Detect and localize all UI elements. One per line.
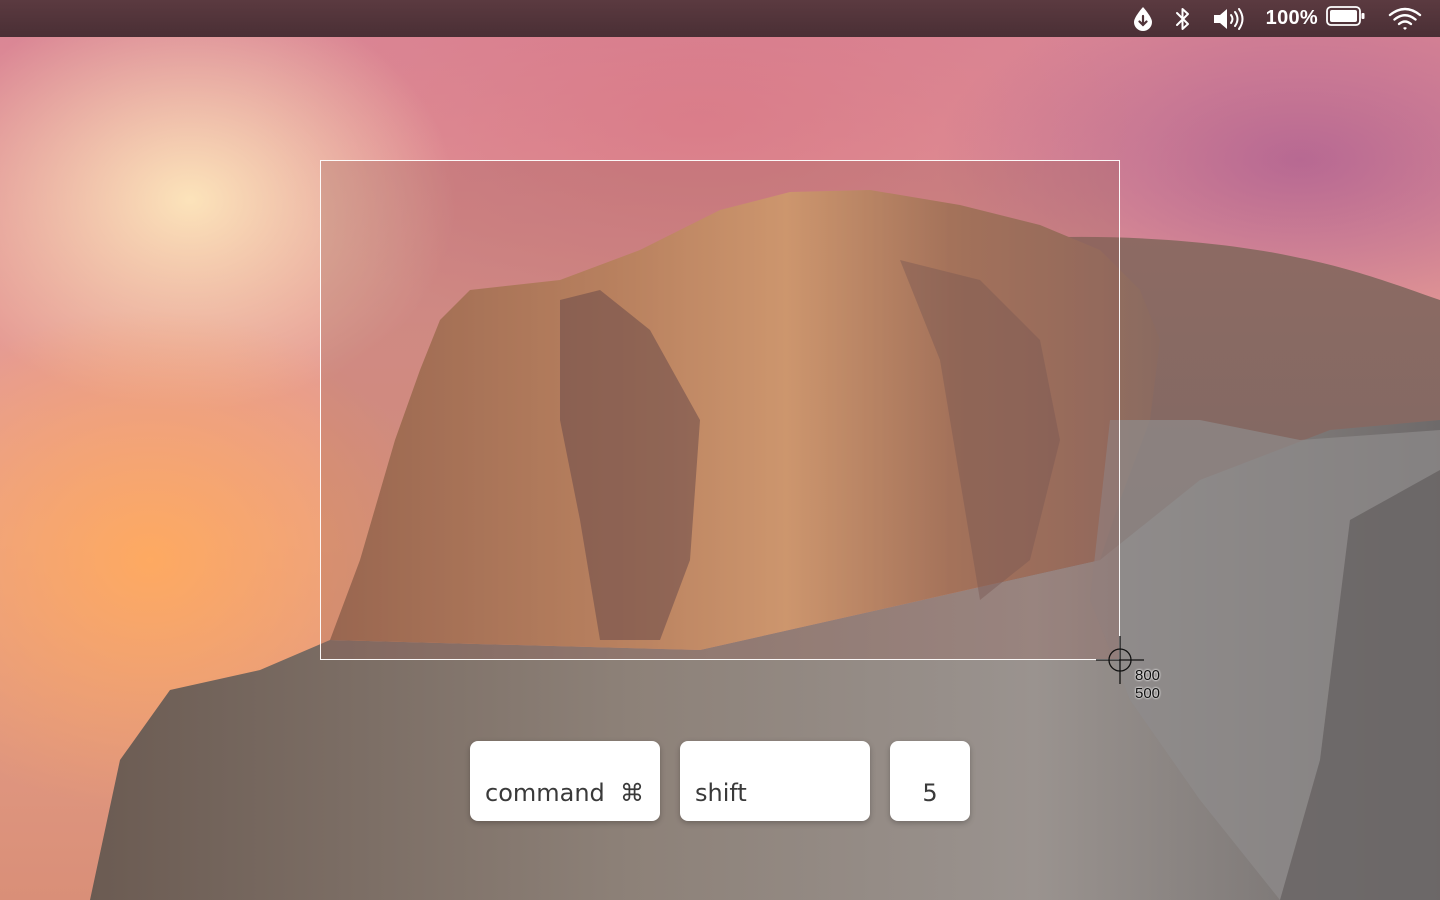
bluetooth-icon[interactable] xyxy=(1174,5,1192,33)
wifi-icon[interactable] xyxy=(1388,6,1422,32)
five-key: 5 xyxy=(890,741,970,821)
selection-size-readout: 800 500 xyxy=(1135,667,1160,703)
menu-bar: 100% xyxy=(0,0,1440,37)
five-key-label: 5 xyxy=(922,779,938,807)
shift-key-label: shift xyxy=(695,779,747,807)
battery-icon xyxy=(1326,5,1366,32)
battery-percent: 100% xyxy=(1265,7,1318,29)
selection-width: 800 xyxy=(1135,667,1161,684)
droplet-download-icon[interactable] xyxy=(1132,6,1154,32)
selection-height: 500 xyxy=(1135,685,1161,702)
battery-fill xyxy=(1330,10,1357,22)
command-key-label: command xyxy=(485,779,605,807)
battery-status[interactable]: 100% xyxy=(1266,5,1366,32)
volume-icon[interactable] xyxy=(1212,6,1248,32)
shift-key: shift xyxy=(680,741,870,821)
command-key: command ⌘ xyxy=(470,741,660,821)
command-key-symbol: ⌘ xyxy=(620,779,644,807)
screenshot-selection-area[interactable] xyxy=(320,160,1120,660)
